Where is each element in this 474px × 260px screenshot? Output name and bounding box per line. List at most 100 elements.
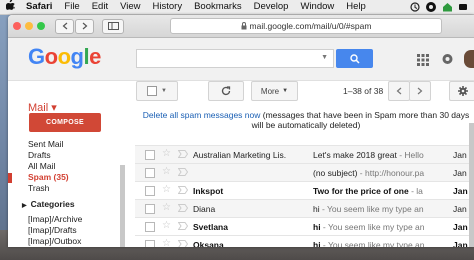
message-list-scrollbar[interactable] bbox=[469, 123, 474, 247]
row-checkbox[interactable] bbox=[145, 222, 155, 232]
message-sender: Diana bbox=[193, 204, 216, 214]
importance-marker-icon[interactable] bbox=[177, 186, 189, 194]
back-button[interactable] bbox=[55, 18, 74, 34]
older-button[interactable] bbox=[409, 81, 431, 101]
menu-help[interactable]: Help bbox=[340, 0, 372, 14]
importance-marker-icon[interactable] bbox=[177, 150, 189, 158]
address-bar[interactable]: mail.google.com/mail/u/0/#spam bbox=[170, 18, 442, 34]
sidebar-item-sent-mail[interactable]: Sent Mail bbox=[28, 139, 63, 149]
row-checkbox[interactable] bbox=[145, 186, 155, 196]
message-snippet: - http://honour.pa bbox=[357, 168, 425, 178]
menu-bar: Safari File Edit View History Bookmarks … bbox=[0, 0, 474, 15]
message-snippet: - la bbox=[408, 186, 423, 196]
sidebar-item-trash[interactable]: Trash bbox=[28, 183, 49, 193]
table-row[interactable]: ☆ Inkspot Two for the price of one - la Jan… bbox=[135, 182, 474, 200]
star-icon[interactable]: ☆ bbox=[162, 184, 171, 195]
zoom-window-button[interactable] bbox=[37, 22, 45, 30]
message-sender: Australian Marketing Lis. bbox=[193, 150, 287, 160]
row-checkbox[interactable] bbox=[145, 168, 155, 178]
sync-icon[interactable] bbox=[410, 2, 420, 12]
chevron-down-icon: ▼ bbox=[161, 88, 167, 94]
menu-view[interactable]: View bbox=[114, 0, 146, 14]
table-row[interactable]: ☆Dianahi - You seem like my type anJan 1… bbox=[135, 200, 474, 218]
close-window-button[interactable] bbox=[13, 22, 21, 30]
select-all-button[interactable]: ▼ bbox=[136, 81, 178, 101]
home-icon[interactable] bbox=[442, 2, 452, 12]
message-subject-line: (no subject) - http://honour.pa bbox=[313, 168, 443, 178]
browser-window: mail.google.com/mail/u/0/#spam Google ▼ … bbox=[8, 15, 474, 247]
google-logo[interactable]: Google bbox=[28, 44, 101, 70]
logo-letter: o bbox=[57, 44, 71, 69]
sidebar-item-spam[interactable]: Spam (35) bbox=[28, 172, 69, 182]
more-button[interactable]: More ▼ bbox=[251, 81, 298, 101]
sidebar-item-drafts[interactable]: Drafts bbox=[28, 150, 51, 160]
sidebar-item-all-mail[interactable]: All Mail bbox=[28, 161, 55, 171]
chevron-left-icon bbox=[396, 87, 402, 95]
sidebar-label-outbox[interactable]: [Imap]/Outbox bbox=[28, 236, 81, 246]
message-subject: hi bbox=[313, 222, 321, 232]
sidebar-label-archive[interactable]: [Imap]/Archive bbox=[28, 214, 82, 224]
menu-safari[interactable]: Safari bbox=[20, 0, 58, 14]
importance-marker-icon[interactable] bbox=[177, 204, 189, 212]
menu-edit[interactable]: Edit bbox=[86, 0, 114, 14]
importance-marker-icon[interactable] bbox=[177, 168, 189, 176]
message-subject-line: Let's make 2018 great - Hello bbox=[313, 150, 443, 160]
forward-button[interactable] bbox=[75, 18, 94, 34]
star-icon[interactable]: ☆ bbox=[162, 220, 171, 231]
avatar[interactable] bbox=[464, 50, 474, 68]
menu-history[interactable]: History bbox=[147, 0, 189, 14]
importance-marker-icon[interactable] bbox=[177, 240, 189, 247]
refresh-button[interactable] bbox=[208, 81, 244, 101]
sidebar-label-drafts[interactable]: [Imap]/Drafts bbox=[28, 225, 77, 235]
menu-develop[interactable]: Develop bbox=[248, 0, 295, 14]
message-sender: Oksana bbox=[193, 240, 224, 247]
message-snippet: - You seem like my type an bbox=[320, 240, 425, 247]
menu-file[interactable]: File bbox=[58, 0, 85, 14]
row-checkbox[interactable] bbox=[145, 204, 155, 214]
sidebar-categories[interactable]: ▶ Categories bbox=[22, 199, 75, 209]
compose-button[interactable]: COMPOSE bbox=[29, 113, 101, 132]
search-input[interactable]: ▼ bbox=[136, 49, 334, 68]
sidebar-scrollbar[interactable] bbox=[120, 165, 125, 247]
apps-grid-icon[interactable] bbox=[417, 54, 429, 66]
notifications-bell-icon[interactable] bbox=[442, 53, 453, 65]
message-sender: Inkspot bbox=[193, 186, 224, 196]
message-snippet: - You seem like my type an bbox=[320, 222, 425, 232]
table-row[interactable]: ☆ Svetlana hi - You seem like my type an Ja… bbox=[135, 218, 474, 236]
triangle-right-icon: ▶ bbox=[22, 203, 27, 209]
logo-letter: o bbox=[44, 44, 58, 69]
table-row[interactable]: ☆ Australian Marketing Lis. Let's make 201… bbox=[135, 146, 474, 164]
message-subject-line: hi - You seem like my type an bbox=[313, 222, 443, 232]
menu-bookmarks[interactable]: Bookmarks bbox=[188, 0, 248, 14]
logo-letter: e bbox=[89, 44, 101, 69]
chevron-left-icon bbox=[62, 22, 67, 30]
star-icon[interactable]: ☆ bbox=[162, 148, 171, 159]
star-icon[interactable]: ☆ bbox=[162, 238, 171, 247]
apple-icon[interactable] bbox=[5, 0, 20, 15]
chevron-right-icon bbox=[417, 87, 423, 95]
star-icon[interactable]: ☆ bbox=[162, 166, 171, 177]
importance-marker-icon[interactable] bbox=[177, 222, 189, 230]
sidebar-icon bbox=[107, 22, 119, 30]
settings-button[interactable] bbox=[449, 81, 474, 101]
address-url: mail.google.com/mail/u/0/#spam bbox=[249, 21, 372, 31]
message-list: ☆ Australian Marketing Lis. Let's make 201… bbox=[135, 145, 474, 247]
row-checkbox[interactable] bbox=[145, 150, 155, 160]
star-icon[interactable]: ☆ bbox=[162, 202, 171, 213]
menu-window[interactable]: Window bbox=[294, 0, 340, 14]
delete-all-spam-link[interactable]: Delete all spam messages now bbox=[143, 110, 261, 120]
notification-icon[interactable] bbox=[458, 2, 468, 12]
message-subject: (no subject) bbox=[313, 168, 358, 178]
newer-button[interactable] bbox=[388, 81, 410, 101]
row-checkbox[interactable] bbox=[145, 240, 155, 247]
spam-notice: Delete all spam messages now (messages t… bbox=[138, 110, 474, 130]
message-subject-line: hi - You seem like my type an bbox=[313, 204, 443, 214]
search-button[interactable] bbox=[336, 49, 373, 68]
chevron-down-icon[interactable]: ▼ bbox=[321, 54, 328, 61]
message-snippet: - Hello bbox=[396, 150, 424, 160]
dropbox-icon[interactable] bbox=[426, 2, 436, 12]
table-row[interactable]: ☆ Oksana hi - You seem like my type an Jan … bbox=[135, 236, 474, 247]
sidebar-toggle-button[interactable] bbox=[102, 18, 124, 34]
minimize-window-button[interactable] bbox=[25, 22, 33, 30]
table-row[interactable]: ☆(no subject) - http://honour.paJan 23 bbox=[135, 164, 474, 182]
